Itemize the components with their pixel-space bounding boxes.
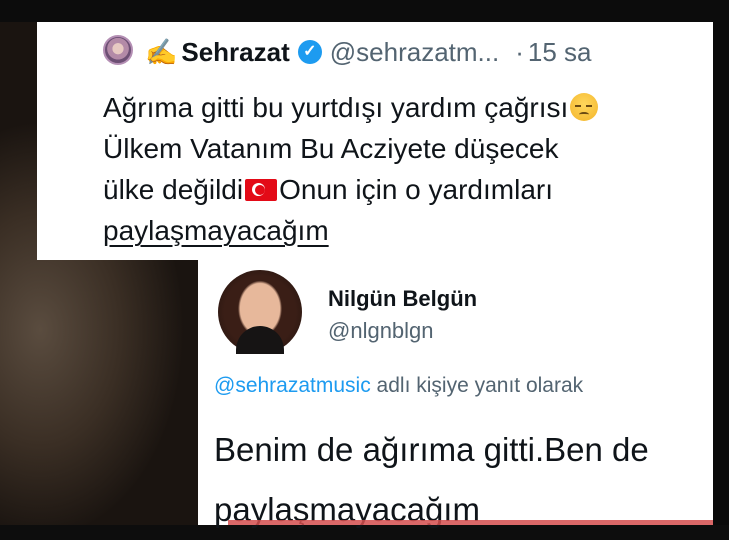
turkey-flag-emoji <box>245 179 278 201</box>
tweet-text-line: Benim de ağırıma gitti.Ben de <box>214 431 649 468</box>
separator-dot: · <box>515 36 524 67</box>
mention-link[interactable]: @sehrazatmusic <box>214 374 371 397</box>
pensive-face-emoji <box>570 93 599 121</box>
top-border <box>0 0 729 22</box>
reply-tweet-card: Nilgün Belgün @nlgnblgn @sehrazatmusic a… <box>198 260 713 528</box>
writing-hand-icon: ✍ <box>145 36 178 67</box>
user-handle[interactable]: @nlgnblgn <box>328 318 434 344</box>
bottom-edge <box>228 520 713 525</box>
tweet-text-line: Ağrıma gitti bu yurtdışı yardım çağrısı <box>103 87 703 128</box>
avatar[interactable] <box>103 35 133 65</box>
reply-context: @sehrazatmusic adlı kişiye yanıt olarak <box>214 374 583 398</box>
original-tweet-card: ✍ Sehrazat ✓ @sehrazatm... · 15 sa Ağrım… <box>37 22 713 260</box>
tweet-header: ✍ Sehrazat ✓ @sehrazatm... · 15 sa <box>145 36 592 68</box>
display-name[interactable]: Sehrazat <box>181 37 289 68</box>
timestamp[interactable]: 15 sa <box>528 37 592 68</box>
reply-context-label: adlı kişiye yanıt olarak <box>376 374 584 397</box>
right-border <box>712 20 729 525</box>
avatar[interactable] <box>218 270 302 354</box>
tweet-text-line: ülke değildi Onun için o yardımları <box>103 174 553 205</box>
tweet-text-line: paylaşmayacağım <box>214 491 480 528</box>
user-handle[interactable]: @sehrazatm... <box>330 37 499 68</box>
tweet-text-line: paylaşmayacağım <box>103 215 329 246</box>
verified-badge-icon: ✓ <box>297 40 322 64</box>
tweet-text-line: Ülkem Vatanım Bu Acziyete düşecek <box>103 133 559 164</box>
display-name[interactable]: Nilgün Belgün <box>328 286 477 312</box>
tweet-text: Ağrıma gitti bu yurtdışı yardım çağrısı … <box>103 87 703 251</box>
